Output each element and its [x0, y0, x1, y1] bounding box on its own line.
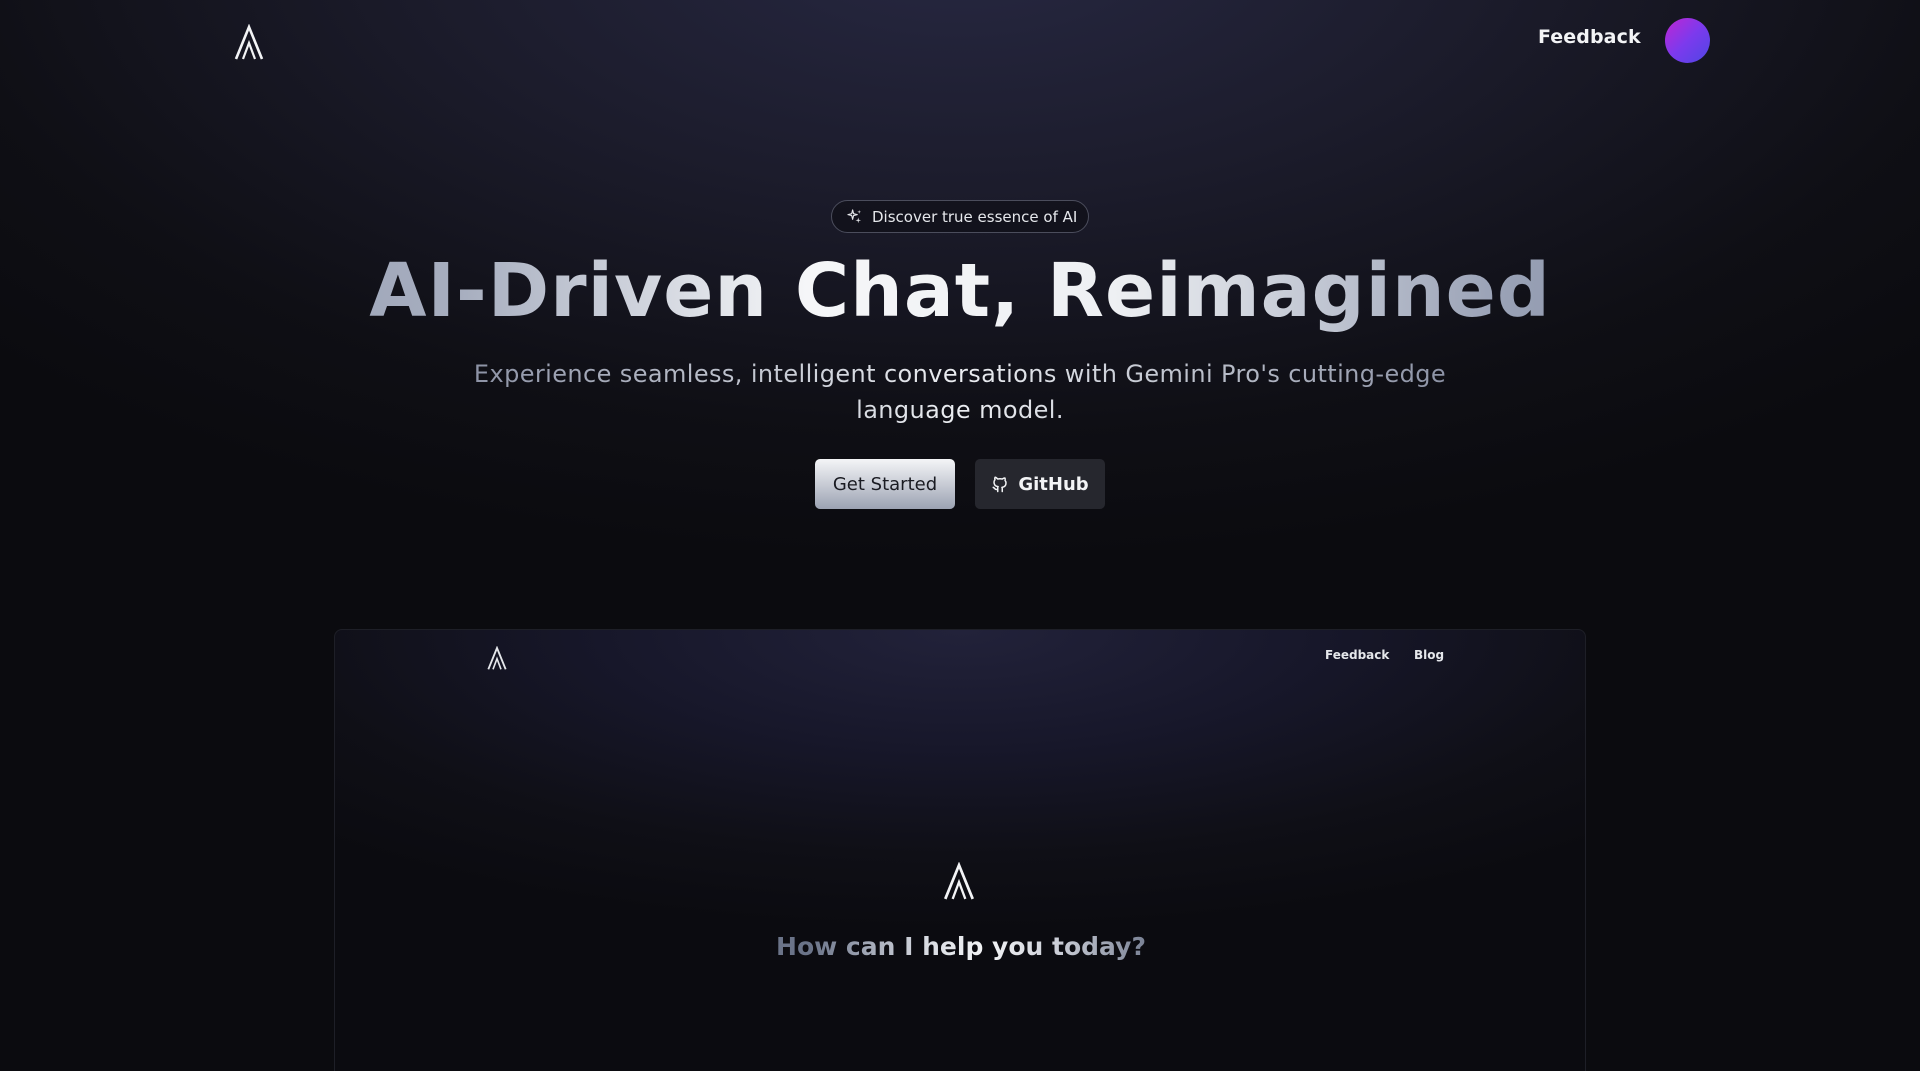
preview-logo-icon — [487, 646, 507, 670]
user-avatar[interactable] — [1665, 18, 1710, 63]
landing-page: Feedback Discover true essence of AI AI-… — [0, 0, 1920, 1071]
top-navigation: Feedback — [0, 0, 1920, 80]
hero-subtitle: Experience seamless, intelligent convers… — [460, 356, 1460, 428]
github-icon — [992, 476, 1008, 493]
github-button[interactable]: GitHub — [975, 459, 1105, 509]
hero-title: AI-Driven Chat, Reimagined — [0, 248, 1920, 334]
github-button-label: GitHub — [1018, 473, 1089, 495]
preview-blog-link: Blog — [1414, 648, 1445, 662]
app-preview-window: Feedback Blog How can I help you today? — [334, 629, 1586, 1071]
aeon-logo-icon[interactable] — [234, 24, 264, 60]
get-started-button[interactable]: Get Started — [815, 459, 955, 509]
preview-feedback-link: Feedback — [1325, 648, 1390, 662]
feedback-link[interactable]: Feedback — [1538, 26, 1641, 48]
badge-text: Discover true essence of AI — [872, 207, 1078, 226]
announcement-badge: Discover true essence of AI — [831, 200, 1089, 233]
chat-greeting: How can I help you today? — [335, 932, 1585, 961]
sparkles-icon — [847, 209, 862, 224]
chat-logo-icon — [944, 862, 974, 900]
